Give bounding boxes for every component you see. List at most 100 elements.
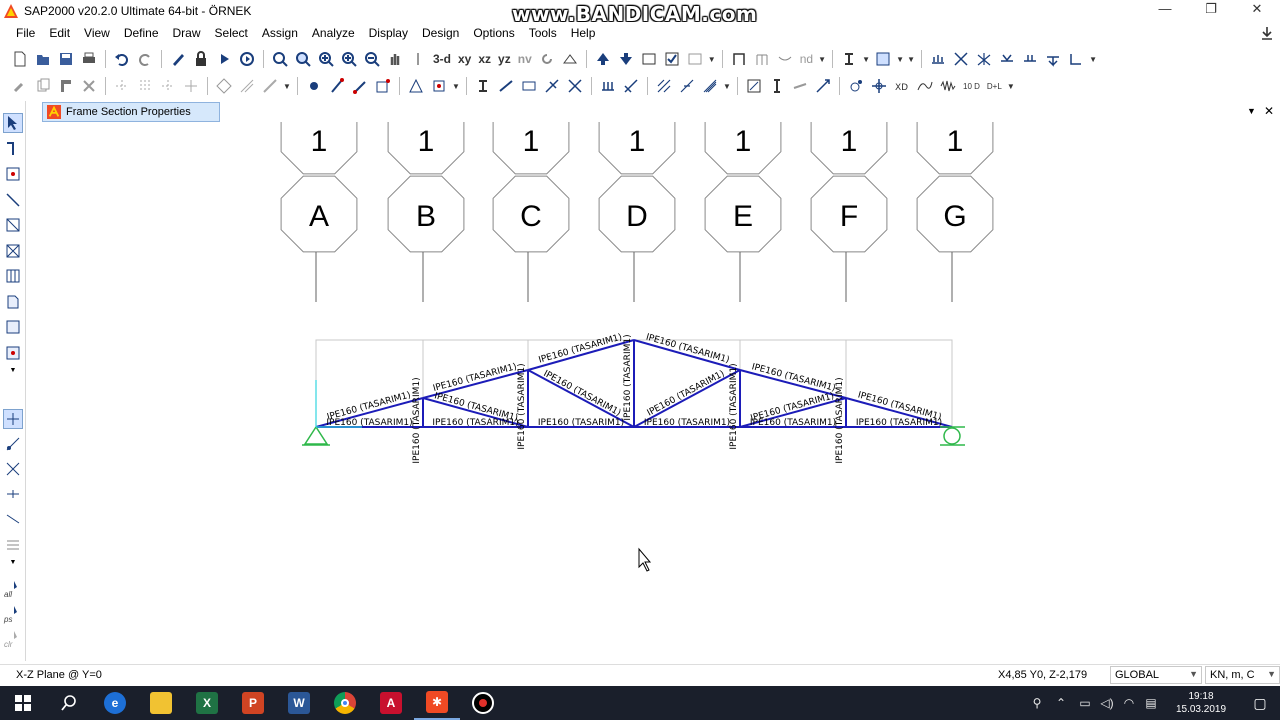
open-icon[interactable]	[33, 49, 53, 69]
display-section-icon[interactable]	[767, 76, 787, 96]
quick-draw-area-left-icon[interactable]	[3, 343, 23, 363]
move-up-icon[interactable]	[593, 49, 613, 69]
clock[interactable]: 19:18 15.03.2019	[1162, 690, 1240, 716]
replicate-radial-icon[interactable]	[158, 76, 178, 96]
draw-frame-line-icon[interactable]	[3, 190, 23, 210]
download-icon[interactable]	[1260, 26, 1274, 40]
chevron-down-icon[interactable]: ▼	[708, 55, 716, 64]
frame-temperature-icon[interactable]	[700, 76, 720, 96]
draw-brace-icon[interactable]	[3, 241, 23, 261]
chevron-down-icon[interactable]: ▼	[723, 82, 731, 91]
perspective-icon[interactable]	[560, 49, 580, 69]
menu-analyze[interactable]: Analyze	[305, 22, 362, 44]
save-icon[interactable]	[56, 49, 76, 69]
frame-point-load-icon[interactable]	[677, 76, 697, 96]
taskbar-app-explorer[interactable]	[138, 686, 184, 720]
tab-close-icon[interactable]: ✕	[1264, 104, 1274, 118]
quick-draw-area-icon[interactable]	[429, 76, 449, 96]
menu-assign[interactable]: Assign	[255, 22, 305, 44]
taskbar-app-autocad[interactable]: A	[368, 686, 414, 720]
tab-frame-section-properties[interactable]: Frame Section Properties	[42, 102, 220, 122]
taskbar-app-powerpoint[interactable]: P	[230, 686, 276, 720]
tab-dropdown-icon[interactable]: ▼	[1247, 104, 1256, 118]
pan-icon[interactable]	[385, 49, 405, 69]
frame-compression-icon[interactable]	[621, 76, 641, 96]
draw-special-joint-icon[interactable]	[304, 76, 324, 96]
redo-icon[interactable]	[135, 49, 155, 69]
refresh-window-icon[interactable]	[237, 49, 257, 69]
menu-tools[interactable]: Tools	[522, 22, 564, 44]
zoom-step-in-icon[interactable]	[339, 49, 359, 69]
snap-intersection-icon[interactable]	[3, 459, 23, 479]
set-display-options-icon[interactable]	[662, 49, 682, 69]
move-down-icon[interactable]	[616, 49, 636, 69]
menu-view[interactable]: View	[77, 22, 117, 44]
draw-link-icon[interactable]	[373, 76, 393, 96]
taskbar-app-excel[interactable]: X	[184, 686, 230, 720]
snap-perpendicular-icon[interactable]	[3, 484, 23, 504]
coord-system-select[interactable]: GLOBAL ▼	[1110, 666, 1202, 684]
view-nv-button[interactable]: nv	[516, 49, 534, 69]
divide-frames-icon[interactable]	[237, 76, 257, 96]
menu-options[interactable]: Options	[466, 22, 521, 44]
maximize-button[interactable]: ❐	[1188, 0, 1234, 22]
pencil-icon[interactable]	[168, 49, 188, 69]
joint-spring-icon[interactable]	[1020, 49, 1040, 69]
taskbar-app-chrome[interactable]	[322, 686, 368, 720]
chevron-down-icon[interactable]: ▼	[907, 55, 915, 64]
lock-icon[interactable]	[191, 49, 211, 69]
people-icon[interactable]: ⚲	[1026, 696, 1048, 710]
deformed-shape-icon[interactable]	[1043, 49, 1063, 69]
draw-poly-area-icon[interactable]	[3, 292, 23, 312]
close-button[interactable]: ✕	[1234, 0, 1280, 22]
draw-rect-area-icon[interactable]	[3, 317, 23, 337]
chevron-up-icon[interactable]: ⌃	[1048, 696, 1074, 710]
pointer-rotate-icon[interactable]	[408, 49, 428, 69]
keyboard-icon[interactable]: ▤	[1140, 696, 1162, 710]
zoom-window-icon[interactable]	[270, 49, 290, 69]
chevron-down-icon[interactable]: ▼	[283, 82, 291, 91]
joint-display-icon[interactable]	[846, 76, 866, 96]
minimize-button[interactable]: —	[1142, 0, 1188, 22]
run-analysis-icon[interactable]	[214, 49, 234, 69]
menu-edit[interactable]: Edit	[42, 22, 77, 44]
show-forces-icon[interactable]	[1066, 49, 1086, 69]
display-extrude-icon[interactable]	[813, 76, 833, 96]
reshape-icon[interactable]	[3, 139, 23, 159]
taskbar-app-bandicam[interactable]	[460, 686, 506, 720]
assign-load-icon[interactable]	[928, 49, 948, 69]
paste-icon[interactable]	[56, 76, 76, 96]
snap-ends-icon[interactable]	[3, 434, 23, 454]
wifi-icon[interactable]: ◠	[1118, 696, 1140, 710]
draw-joint-icon[interactable]	[3, 164, 23, 184]
chevron-down-icon[interactable]: ▼	[1007, 82, 1015, 91]
load-combo-dl[interactable]: D+L	[985, 76, 1004, 96]
frame-insertion-icon[interactable]	[542, 76, 562, 96]
move-joint-icon[interactable]	[869, 76, 889, 96]
display-frame-icon[interactable]	[744, 76, 764, 96]
frame-shape-icon[interactable]	[729, 49, 749, 69]
taskbar-app-browser[interactable]: e	[92, 686, 138, 720]
snap-lines-icon[interactable]	[3, 509, 23, 529]
view-yz-button[interactable]: yz	[496, 49, 513, 69]
model-viewport[interactable]: 1A1B1C1D1E1F1G IPE160 (TASARIM1) IPE160 (…	[28, 122, 1280, 660]
chevron-down-icon[interactable]: ▼	[862, 55, 870, 64]
menu-help[interactable]: Help	[564, 22, 603, 44]
menu-draw[interactable]: Draw	[166, 22, 208, 44]
battery-icon[interactable]: ▭	[1074, 696, 1096, 710]
zoom-in-icon[interactable]	[316, 49, 336, 69]
replicate-icon[interactable]	[112, 76, 132, 96]
frame-distributed-load-icon[interactable]	[654, 76, 674, 96]
menu-define[interactable]: Define	[117, 22, 166, 44]
draw-frame-icon[interactable]	[327, 76, 347, 96]
load-combo-10d[interactable]: 10 D	[961, 76, 982, 96]
units-select[interactable]: KN, m, C ▼	[1205, 666, 1280, 684]
new-model-icon[interactable]	[10, 49, 30, 69]
menu-display[interactable]: Display	[362, 22, 415, 44]
snap-joints-icon[interactable]	[3, 409, 23, 429]
view-xz-button[interactable]: xz	[476, 49, 493, 69]
frame-end-length-icon[interactable]	[565, 76, 585, 96]
rotate-icon[interactable]	[537, 49, 557, 69]
chevron-down-icon[interactable]: ▼	[452, 82, 460, 91]
time-history-icon[interactable]	[938, 76, 958, 96]
